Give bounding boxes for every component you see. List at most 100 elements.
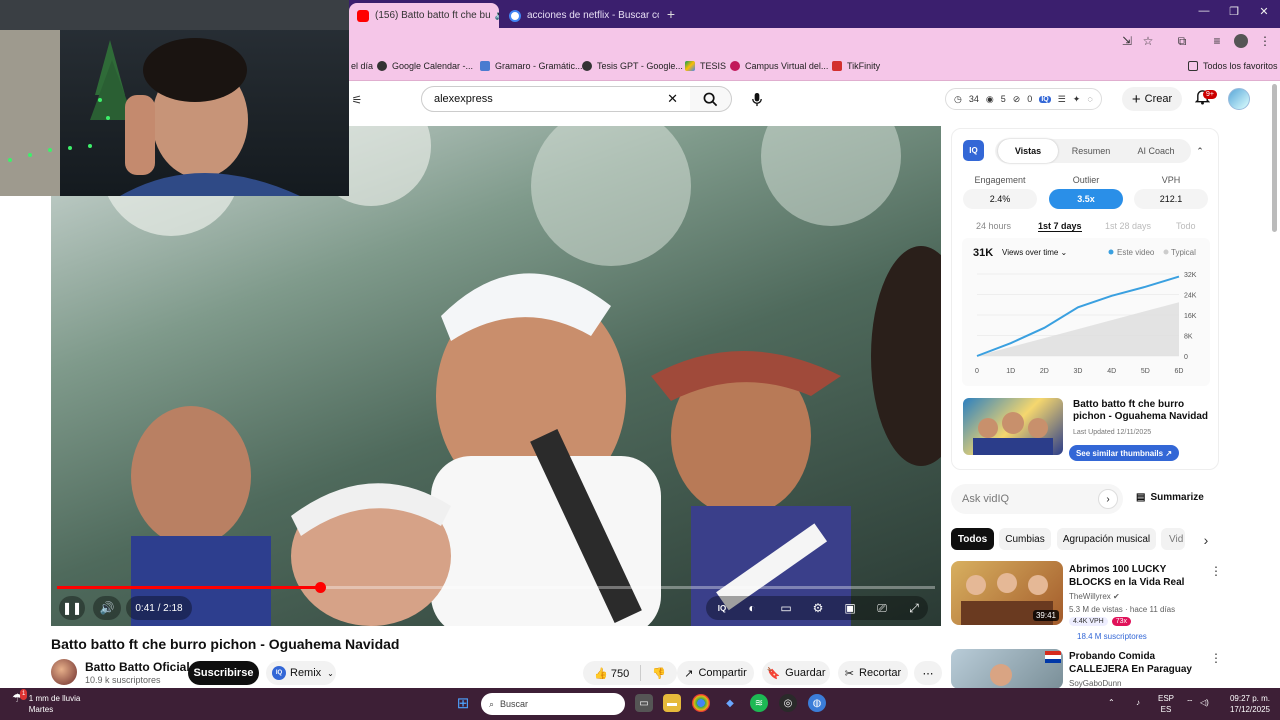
weather-widget[interactable]: ☂ 1 1 mm de lluvia Martes — [12, 689, 81, 715]
rec-thumbnail[interactable]: 39:41 — [951, 561, 1063, 625]
chevron-right-icon[interactable]: › — [1199, 533, 1213, 547]
video-player[interactable] — [51, 126, 941, 626]
range-24h[interactable]: 24 hours — [976, 221, 1011, 231]
microphone-icon[interactable]: ♪ — [1136, 697, 1140, 708]
network-icon[interactable]: ⌔ — [1186, 697, 1194, 708]
tray-chevron-icon[interactable]: ⌃ — [1108, 697, 1115, 708]
metric-outlier[interactable]: 3.5x — [1049, 189, 1123, 209]
create-button[interactable]: + Crear — [1122, 87, 1182, 111]
clip-button[interactable]: ✂ Recortar — [838, 661, 908, 685]
chrome-button[interactable] — [692, 694, 710, 712]
tab-netflix-search[interactable]: acciones de netflix - Buscar con ✕ — [501, 3, 659, 28]
rec-channel[interactable]: SoyGaboDunn — [1069, 679, 1121, 688]
share-button[interactable]: ↗ Compartir — [677, 661, 754, 685]
like-button[interactable]: 👍 750 — [594, 667, 629, 680]
chip-todos[interactable]: Todos — [951, 528, 994, 550]
tab-vistas[interactable]: Vistas — [998, 139, 1058, 163]
summarize-button[interactable]: ▤ Summarize — [1136, 492, 1204, 503]
bookmark-item[interactable]: Tesis GPT - Google... — [582, 61, 683, 71]
dislike-button[interactable]: 👎 — [652, 667, 666, 680]
tab-youtube[interactable]: (156) Batto batto ft che bu 🔊 ✕ — [349, 3, 499, 28]
rec-thumbnail[interactable] — [951, 649, 1063, 689]
similar-thumbnails-button[interactable]: See similar thumbnails ↗ — [1069, 445, 1179, 461]
subscribe-button[interactable]: Suscribirse — [188, 661, 259, 685]
bookmark-item[interactable]: TESIS — [685, 61, 726, 71]
tab-ai-coach[interactable]: AI Coach — [1123, 139, 1189, 163]
voice-search-button[interactable] — [744, 86, 770, 112]
vidiq-player-button[interactable]: IQ — [712, 596, 732, 620]
tab-resumen[interactable]: Resumen — [1059, 139, 1123, 163]
search-input[interactable]: alexexpress ✕ — [421, 86, 691, 112]
metric-engagement[interactable]: 2.4% — [963, 189, 1037, 209]
clear-search-icon[interactable]: ✕ — [667, 91, 678, 107]
rec-menu-button[interactable]: ⋮ — [1210, 651, 1222, 665]
new-tab-button[interactable]: + — [662, 6, 680, 22]
metric-vph[interactable]: 212.1 — [1134, 189, 1208, 209]
channel-name[interactable]: Batto Batto Oficial — [85, 660, 190, 674]
vscode-button[interactable]: ◆ — [721, 694, 739, 712]
all-bookmarks[interactable]: Todos los favoritos — [1188, 61, 1278, 71]
video-thumbnail[interactable] — [963, 398, 1063, 455]
bookmark-item[interactable]: el día — [351, 61, 373, 71]
settings-sliders-icon[interactable]: ⚟ — [350, 93, 364, 107]
volume-button[interactable]: 🔊 — [93, 596, 121, 620]
weather-text: 1 mm de lluvia Martes — [29, 693, 81, 715]
profile-icon[interactable] — [1234, 34, 1248, 48]
remix-button[interactable]: IQ Remix ⌄ — [266, 661, 336, 685]
volume-icon[interactable]: ◁) — [1200, 697, 1209, 708]
spotify-button[interactable]: ≋ — [750, 694, 768, 712]
language-indicator[interactable]: ESP ES — [1158, 693, 1174, 715]
app-button[interactable]: ◍ — [808, 694, 826, 712]
maximize-button[interactable]: ❐ — [1224, 5, 1244, 18]
rec-title[interactable]: Probando Comida CALLEJERA En Paraguay — [1069, 650, 1209, 676]
settings-button[interactable]: ⚙ — [808, 596, 828, 620]
chip-agrupacion[interactable]: Agrupación musical — [1057, 528, 1156, 550]
bookmark-item[interactable]: Google Calendar -... — [377, 61, 473, 71]
rec-menu-button[interactable]: ⋮ — [1210, 564, 1222, 578]
ask-submit-button[interactable]: › — [1098, 489, 1118, 509]
bookmark-item[interactable]: Campus Virtual del... — [730, 61, 828, 71]
chip-vid[interactable]: Vid — [1161, 528, 1185, 550]
autoplay-toggle[interactable]: ◐ — [740, 596, 764, 620]
obs-button[interactable]: ◎ — [779, 694, 797, 712]
search-button[interactable] — [690, 86, 732, 112]
rec-channel[interactable]: TheWillyrex ✔ — [1069, 592, 1120, 601]
fullscreen-button[interactable]: ⤢ — [904, 596, 924, 620]
clock[interactable]: 09:27 p. m. 17/12/2025 — [1224, 693, 1270, 715]
chart-metric-selector[interactable]: Views over time ⌄ — [1002, 248, 1067, 257]
cast-button[interactable]: ⎚ — [872, 596, 892, 620]
subtitles-button[interactable]: ▭ — [776, 596, 796, 620]
chip-cumbias[interactable]: Cumbias — [999, 528, 1051, 550]
minimize-button[interactable]: — — [1194, 5, 1214, 17]
task-view-button[interactable]: ▭ — [635, 694, 653, 712]
page-scrollbar[interactable] — [1272, 84, 1277, 232]
extensions-icon[interactable]: ⧉ — [1175, 34, 1189, 48]
tikfinity-icon — [832, 61, 842, 71]
bookmark-star-icon[interactable]: ☆ — [1141, 34, 1155, 48]
video-progress-bar[interactable] — [57, 582, 935, 593]
range-28d[interactable]: 1st 28 days — [1105, 221, 1151, 231]
range-7d[interactable]: 1st 7 days — [1038, 221, 1082, 232]
channel-avatar[interactable] — [51, 659, 77, 685]
install-app-icon[interactable]: ⇲ — [1120, 34, 1134, 48]
theater-button[interactable]: ▣ — [840, 596, 860, 620]
save-button[interactable]: 🔖 Guardar — [762, 661, 830, 685]
close-window-button[interactable]: ✕ — [1254, 5, 1274, 18]
pause-button[interactable]: ❚❚ — [59, 596, 85, 620]
media-control-icon[interactable]: ≡ — [1210, 34, 1224, 48]
more-actions-button[interactable]: ⋯ — [914, 661, 942, 685]
eye-icon: ◉ — [985, 93, 994, 104]
windows-start-button[interactable]: ⊞ — [454, 694, 472, 712]
taskbar-search[interactable]: ⌕ Buscar — [481, 693, 625, 715]
account-avatar[interactable] — [1228, 88, 1250, 110]
file-explorer-button[interactable]: ▬ — [663, 694, 681, 712]
rec-title[interactable]: Abrimos 100 LUCKY BLOCKS en la Vida Real — [1069, 563, 1209, 589]
vidiq-stats-bar[interactable]: ◷ 34 ◉ 5 ⊘ 0 IQ ☰ ✦ ◌ — [945, 88, 1102, 110]
chevron-up-icon[interactable]: ⌃ — [1193, 144, 1207, 158]
menu-icon[interactable]: ⋮ — [1258, 34, 1272, 48]
notification-badge: 9+ — [1203, 90, 1217, 99]
audio-icon[interactable]: 🔊 — [495, 10, 499, 21]
bookmark-item[interactable]: Gramaro - Gramátic... — [480, 61, 583, 71]
bookmark-item[interactable]: TikFinity — [832, 61, 880, 71]
range-all[interactable]: Todo — [1176, 221, 1196, 231]
